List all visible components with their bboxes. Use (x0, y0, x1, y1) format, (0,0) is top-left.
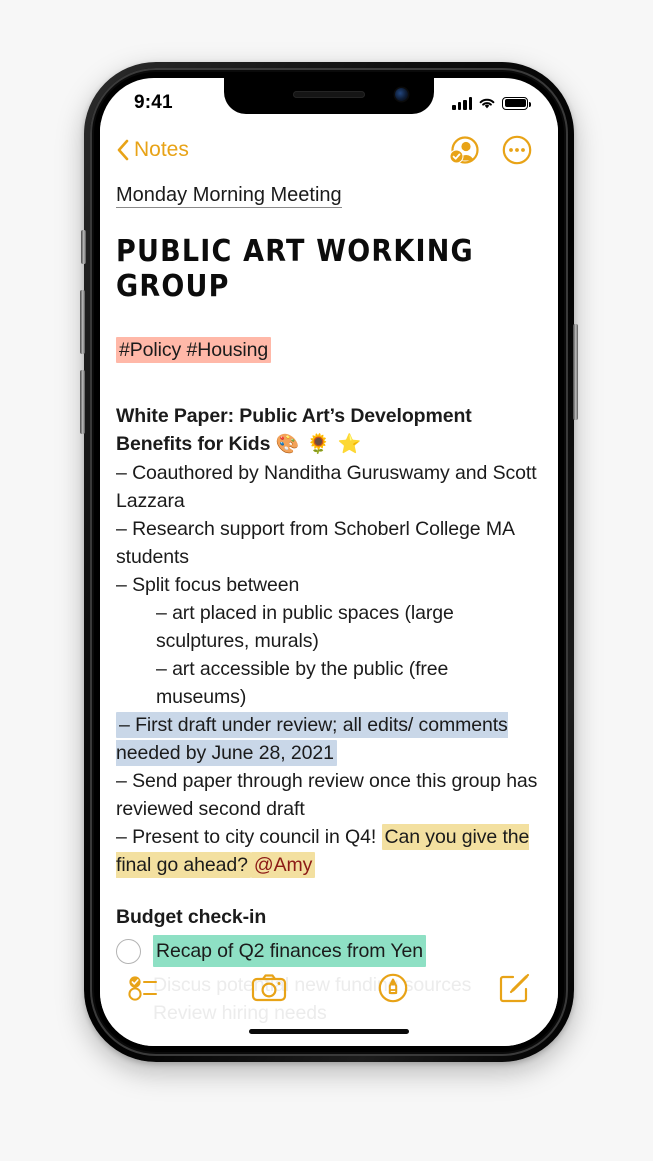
sub-bullet-item: – art accessible by the public (free mus… (156, 658, 449, 708)
section-heading-text: Benefits for Kids (116, 433, 271, 455)
iphone-device: 9:41 Notes Monday Morning Meeting PUBLIC… (80, 62, 578, 1062)
navigation-bar: Notes (100, 122, 558, 178)
battery-full-icon (502, 96, 531, 110)
power-button[interactable] (573, 324, 578, 420)
note-heading-row: PUBLIC ART WORKING GROUP (116, 234, 542, 303)
compose-icon[interactable] (498, 973, 530, 1003)
unchecked-circle-icon[interactable] (116, 938, 141, 964)
blue-highlight-text: – First draft under review; all edits/ c… (116, 712, 508, 766)
mute-switch-button[interactable] (81, 230, 86, 264)
earpiece-speaker-icon (293, 91, 365, 98)
notch (224, 78, 434, 114)
volume-down-button[interactable] (80, 370, 85, 434)
bullet-item-q4: – Present to city council in Q4! Can you… (116, 823, 542, 879)
bullet-item: – Research support from Schoberl College… (116, 518, 514, 568)
chevron-left-icon (117, 139, 129, 161)
section-heading-line-2: Benefits for Kids 🎨 🌻 ⭐ (116, 430, 542, 459)
note-toolbar (100, 964, 558, 1012)
markup-pen-icon[interactable] (377, 972, 409, 1004)
bullet-item-highlighted-blue[interactable]: – First draft under review; all edits/ c… (116, 711, 542, 767)
person-badge-check-icon[interactable] (448, 135, 480, 165)
ellipsis-circle-icon[interactable] (502, 135, 532, 165)
status-bar-indicators (452, 96, 531, 110)
front-camera-icon (395, 88, 408, 101)
checklist-icon[interactable] (128, 975, 162, 1001)
bullet-item: – Split focus between (116, 574, 300, 596)
note-title: Monday Morning Meeting (116, 184, 342, 208)
volume-up-button[interactable] (80, 290, 85, 354)
section-heading-line-1: White Paper: Public Art’s Development (116, 405, 472, 427)
bullet-item: – Coauthored by Nanditha Guruswamy and S… (116, 462, 537, 512)
sub-bullet-item: – art placed in public spaces (large scu… (156, 602, 454, 652)
q4-bullet-prefix: – Present to city council in Q4! (116, 826, 377, 848)
bullet-item: – Send paper through review once this gr… (116, 770, 538, 820)
cellular-signal-icon (452, 96, 472, 110)
back-to-notes-button[interactable]: Notes (116, 138, 189, 162)
mention-amy[interactable]: @Amy (250, 852, 316, 878)
back-button-label: Notes (134, 138, 189, 161)
section-heading-emoji: 🎨 🌻 ⭐ (275, 434, 363, 455)
home-indicator[interactable] (249, 1028, 409, 1034)
checklist-row[interactable]: Recap of Q2 finances from Yen (116, 935, 542, 967)
note-body[interactable]: Monday Morning Meeting PUBLIC ART WORKIN… (100, 178, 558, 1046)
nav-bar-actions (448, 135, 532, 165)
wifi-icon (479, 98, 495, 109)
status-bar-time: 9:41 (134, 92, 173, 113)
note-title-row: Monday Morning Meeting (116, 182, 542, 208)
camera-icon[interactable] (251, 973, 287, 1003)
checklist-item-label: Recap of Q2 finances from Yen (153, 935, 427, 967)
device-screen: 9:41 Notes Monday Morning Meeting PUBLIC… (100, 78, 558, 1046)
note-tags-row: #Policy #Housing (116, 336, 542, 364)
note-heading: PUBLIC ART WORKING GROUP (116, 234, 474, 304)
screenshot-canvas: 9:41 Notes Monday Morning Meeting PUBLIC… (0, 0, 653, 1161)
budget-heading: Budget check-in (116, 906, 267, 928)
note-tags[interactable]: #Policy #Housing (116, 337, 272, 363)
